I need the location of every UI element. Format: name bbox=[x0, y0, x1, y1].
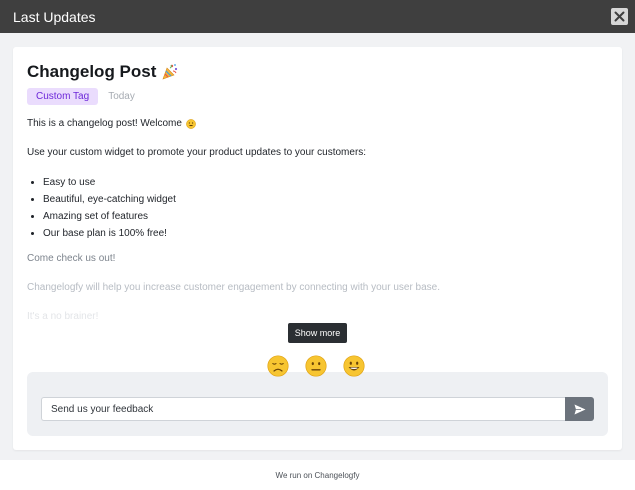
show-more-button[interactable]: Show more bbox=[288, 323, 347, 343]
post-date: Today bbox=[108, 90, 135, 102]
party-popper-icon bbox=[162, 64, 178, 80]
powered-by-link[interactable]: We run on Changelogfy bbox=[276, 471, 360, 480]
close-button[interactable] bbox=[611, 8, 628, 25]
feedback-panel bbox=[27, 372, 608, 436]
feedback-input[interactable] bbox=[41, 397, 565, 421]
widget-footer: We run on Changelogfy bbox=[0, 460, 635, 490]
post-title: Changelog Post bbox=[27, 61, 608, 83]
list-item: Amazing set of features bbox=[43, 208, 176, 225]
reaction-bar bbox=[267, 355, 365, 377]
post-title-text: Changelog Post bbox=[27, 62, 157, 81]
sad-face-icon[interactable] bbox=[267, 355, 289, 377]
post-intro: This is a changelog post! Welcome bbox=[27, 117, 196, 131]
post-description: Changelogfy will help you increase custo… bbox=[27, 282, 441, 293]
post-paragraph: Use your custom widget to promote your p… bbox=[27, 147, 367, 158]
feature-list: Easy to use Beautiful, eye-catching widg… bbox=[43, 174, 176, 242]
widget-header: Last Updates bbox=[0, 0, 635, 33]
send-feedback-button[interactable] bbox=[565, 397, 594, 421]
changelog-card: Changelog Post Custom Tag Today This is … bbox=[13, 47, 622, 450]
list-item: Easy to use bbox=[43, 174, 176, 191]
post-meta: Custom Tag Today bbox=[27, 87, 608, 105]
post-intro-text: This is a changelog post! Welcome bbox=[27, 118, 182, 129]
header-title: Last Updates bbox=[13, 8, 96, 25]
post-cta: Come check us out! bbox=[27, 253, 116, 264]
list-item: Beautiful, eye-catching widget bbox=[43, 191, 176, 208]
post-closing: It's a no brainer! bbox=[27, 311, 99, 322]
neutral-face-icon[interactable] bbox=[305, 355, 327, 377]
changelog-post: Changelog Post Custom Tag Today This is … bbox=[27, 61, 608, 322]
happy-face-icon[interactable] bbox=[343, 355, 365, 377]
list-item: Our base plan is 100% free! bbox=[43, 225, 176, 242]
post-tag[interactable]: Custom Tag bbox=[27, 87, 99, 105]
close-icon bbox=[614, 11, 625, 22]
smiley-icon bbox=[186, 118, 196, 129]
send-icon bbox=[574, 404, 585, 414]
